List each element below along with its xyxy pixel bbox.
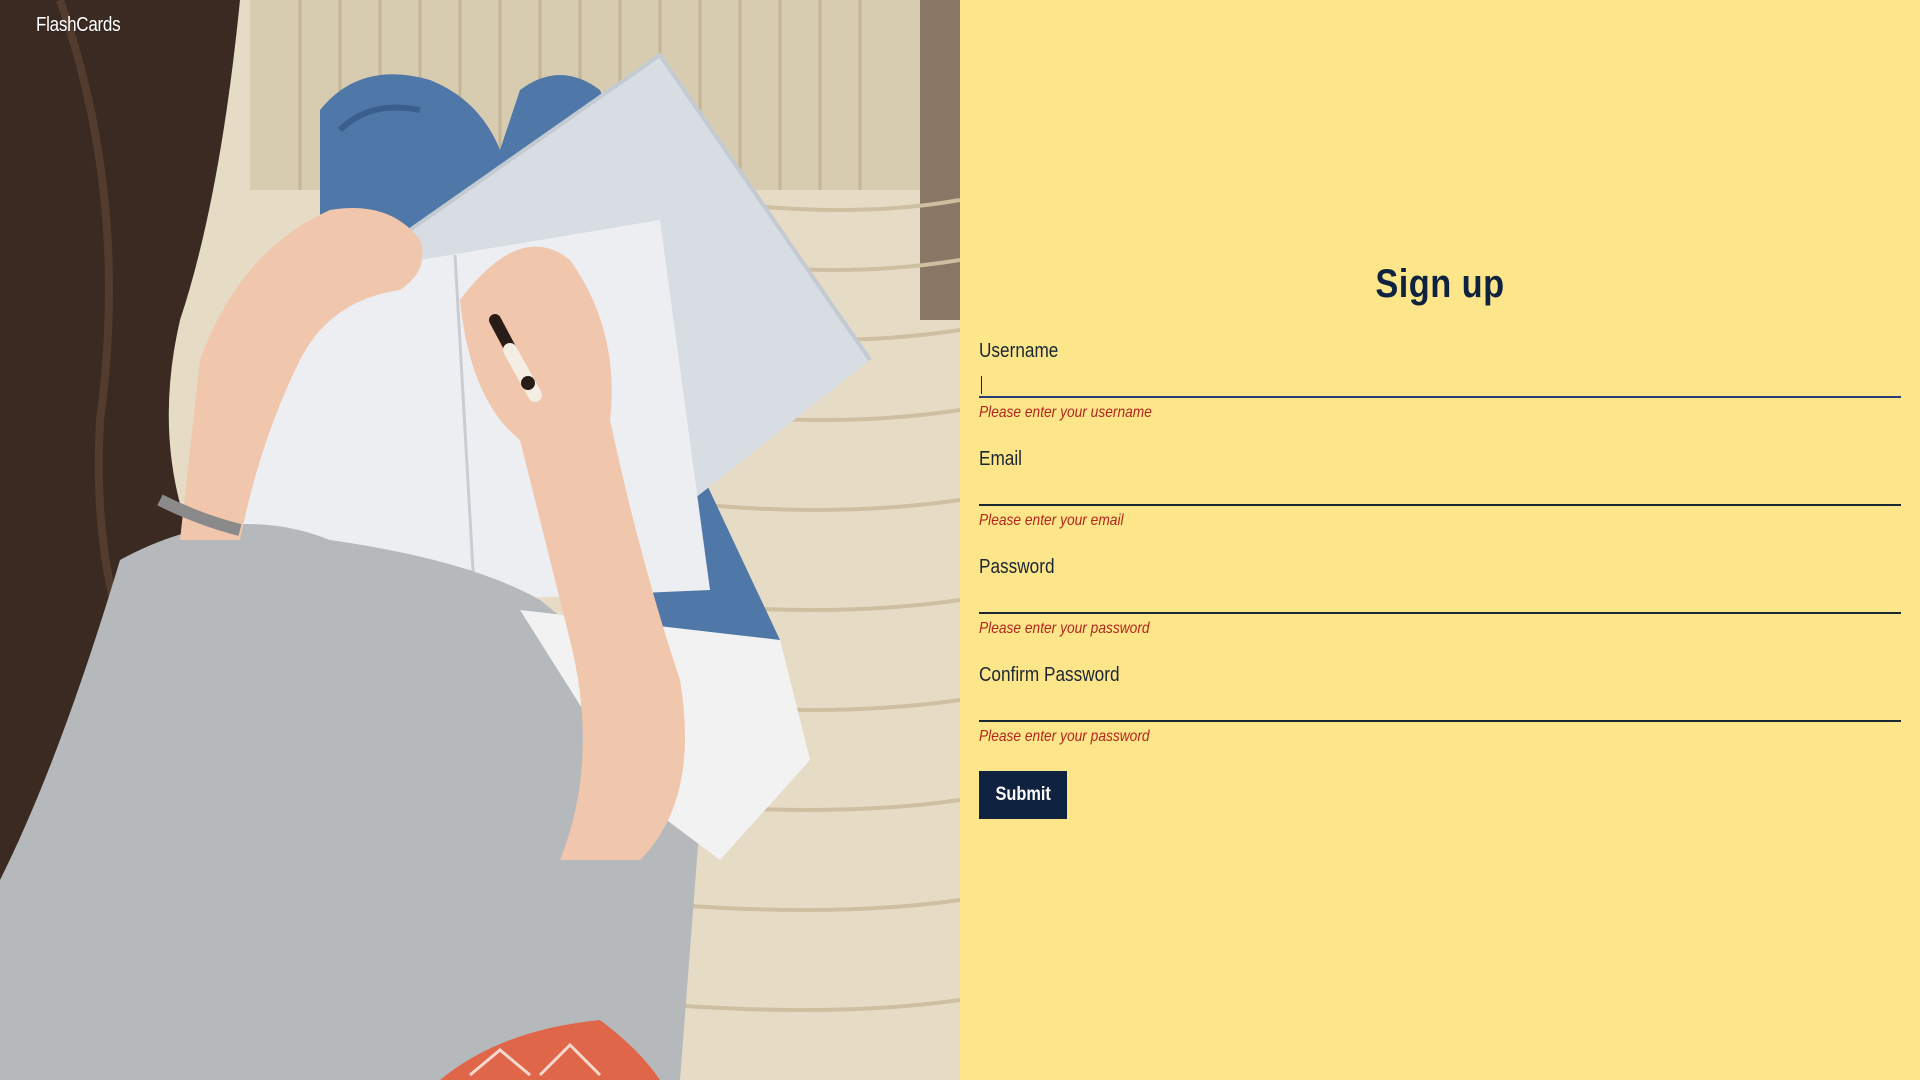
signup-page: FlashCards Sign up Username Please enter… (0, 0, 1920, 1080)
confirm-password-field-group: Confirm Password Please enter your passw… (979, 664, 1901, 746)
email-input[interactable] (979, 476, 1901, 506)
email-error: Please enter your email (979, 512, 1124, 529)
hero-photo: FlashCards (0, 0, 960, 1080)
username-field-group: Username Please enter your username (979, 340, 1901, 422)
submit-button[interactable]: Submit (979, 771, 1067, 819)
page-title: Sign up (1375, 262, 1505, 306)
password-field-group: Password Please enter your password (979, 556, 1901, 638)
confirm-password-error: Please enter your password (979, 728, 1150, 745)
username-label: Username (979, 340, 1059, 362)
email-label: Email (979, 448, 1023, 470)
confirm-password-label: Confirm Password (979, 664, 1120, 686)
confirm-password-input[interactable] (979, 692, 1901, 722)
person-writing-notebook-image (0, 0, 960, 1080)
password-label: Password (979, 556, 1055, 578)
text-cursor (981, 376, 982, 394)
email-field-group: Email Please enter your email (979, 448, 1901, 530)
signup-form-panel: Sign up Username Please enter your usern… (960, 0, 1920, 1080)
brand-logo[interactable]: FlashCards (36, 14, 121, 37)
password-error: Please enter your password (979, 620, 1150, 637)
submit-button-label: Submit (995, 784, 1051, 805)
password-input[interactable] (979, 584, 1901, 614)
username-input[interactable] (979, 368, 1901, 398)
username-error: Please enter your username (979, 404, 1152, 421)
